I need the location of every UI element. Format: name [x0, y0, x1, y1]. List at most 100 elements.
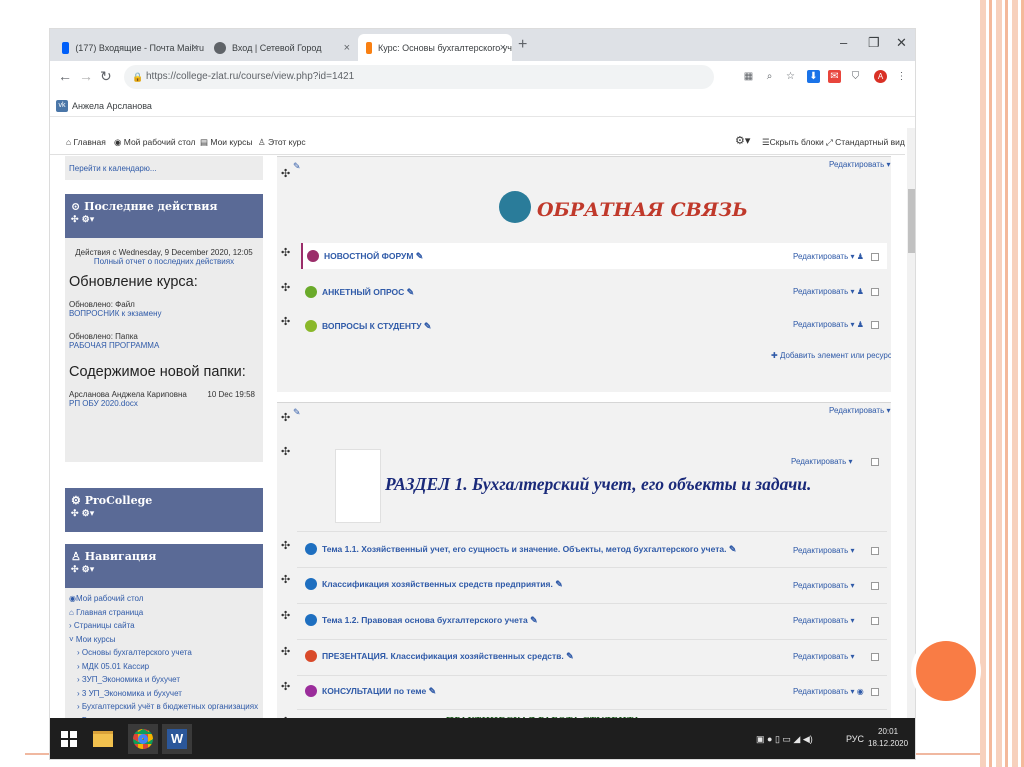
hide-blocks-button[interactable]: ☰Скрыть блоки [762, 137, 824, 148]
full-report-link[interactable]: Полный отчет о последних действиях [69, 257, 259, 266]
activity-edit-menu[interactable]: Редактировать ▾ [793, 581, 855, 590]
close-icon[interactable]: × [344, 42, 350, 54]
tab-course[interactable]: Курс: Основы бухгалтерского уч × [358, 34, 512, 61]
star-icon[interactable]: ☆ [784, 70, 797, 83]
edit-pencil-icon[interactable]: ✎ [293, 161, 301, 172]
zoom-icon[interactable]: ⌕ [763, 70, 776, 83]
clock[interactable]: 20:01 18.12.2020 [868, 726, 908, 750]
move-icon[interactable]: ✣ [281, 315, 290, 328]
block-controls[interactable]: ✣ ⚙▾ [71, 565, 257, 575]
move-icon[interactable]: ✣ [281, 645, 290, 658]
edit-pencil-icon[interactable]: ✎ [729, 544, 737, 555]
completion-checkbox[interactable] [871, 321, 879, 329]
completion-checkbox[interactable] [871, 617, 879, 625]
extension-mail-icon[interactable]: ✉ [828, 70, 841, 83]
tab-mail[interactable]: (177) Входящие - Почта Mail.ru × [54, 34, 204, 61]
nav-course-2[interactable]: › МДК 05.01 Кассир [69, 660, 259, 674]
tab-setevoy-gorod[interactable]: Вход | Сетевой Город × [206, 34, 356, 61]
word-icon[interactable]: W [162, 724, 192, 754]
qr-icon[interactable]: ▦ [742, 70, 755, 83]
nav-course-4[interactable]: › 3 УП_Экономика и бухучет [69, 687, 259, 701]
move-icon[interactable]: ✣ [281, 609, 290, 622]
new-tab-button[interactable]: + [518, 36, 527, 54]
section-edit-menu[interactable]: Редактировать ▾ [829, 406, 891, 415]
activity-edit-menu[interactable]: Редактировать ▾ [793, 616, 855, 625]
nav-course-1[interactable]: › Основы бухгалтерского учета [69, 646, 259, 660]
forward-icon[interactable]: → [79, 68, 93, 84]
move-icon[interactable]: ✣ [281, 573, 290, 586]
nav-item-my-courses[interactable]: ˅ Мои курсы [69, 633, 259, 647]
nav-dashboard[interactable]: ◉ Мой рабочий стол [114, 137, 196, 148]
completion-checkbox[interactable] [871, 547, 879, 555]
tray-icons[interactable]: ▣ ● ▯ ▭ ◢ ◀) [756, 734, 813, 745]
update-2-link[interactable]: РАБОЧАЯ ПРОГРАММА [69, 341, 259, 350]
activity-edit-menu[interactable]: Редактировать ▾ [793, 652, 855, 661]
edit-pencil-icon[interactable]: ✎ [407, 287, 415, 298]
restore-icon[interactable]: ❐ [868, 35, 880, 51]
file-explorer-icon[interactable] [88, 724, 118, 754]
move-icon[interactable]: ✣ [281, 246, 290, 259]
section-edit-menu[interactable]: Редактировать ▾ [791, 457, 853, 466]
completion-checkbox[interactable] [871, 582, 879, 590]
bookmark-profile[interactable]: Анжела Арсланова [72, 101, 152, 111]
edit-pencil-icon[interactable]: ✎ [424, 321, 432, 332]
update-1-link[interactable]: ВОПРОСНИК к экзамену [69, 309, 259, 318]
extension-icon[interactable]: ⛉ [849, 70, 862, 83]
reload-icon[interactable]: ↻ [100, 68, 112, 85]
completion-checkbox[interactable] [871, 288, 879, 296]
activity-edit-menu[interactable]: Редактировать ▾ ◉ [793, 687, 864, 696]
standard-view-button[interactable]: ⤢ Стандартный вид [826, 137, 905, 148]
move-icon[interactable]: ✣ [281, 445, 290, 458]
edit-pencil-icon[interactable]: ✎ [555, 579, 563, 590]
edit-pencil-icon[interactable]: ✎ [566, 651, 574, 662]
activity-edit-menu[interactable]: Редактировать ▾ ♟ [793, 287, 864, 296]
edit-pencil-icon[interactable]: ✎ [429, 686, 437, 697]
edit-pencil-icon[interactable]: ✎ [416, 251, 424, 262]
nav-course-3[interactable]: › ЗУП_Экономика и бухучет [69, 673, 259, 687]
move-icon[interactable]: ✣ [281, 167, 290, 180]
move-icon[interactable]: ✣ [281, 680, 290, 693]
nav-home[interactable]: ⌂ Главная [66, 137, 106, 147]
chrome-icon[interactable] [128, 724, 158, 754]
close-icon[interactable]: × [192, 42, 198, 54]
activity-edit-menu[interactable]: Редактировать ▾ ♟ [793, 252, 864, 261]
move-icon[interactable]: ✣ [281, 411, 290, 424]
close-window-icon[interactable]: ✕ [896, 35, 907, 51]
nav-my-courses[interactable]: ▤ Мои курсы [200, 137, 252, 148]
nav-item-site-pages[interactable]: › Страницы сайта [69, 619, 259, 633]
page-scrollbar-thumb[interactable] [908, 189, 915, 253]
folder-entry: Арсланова Анджела Кариповна 10 Dec 19:58 [69, 390, 259, 399]
gear-icon[interactable]: ⚙▾ [735, 134, 750, 147]
nav-item-dashboard[interactable]: ◉Мой рабочий стол [69, 592, 259, 606]
profile-avatar[interactable]: А [874, 70, 887, 83]
folder-file-link[interactable]: РП ОБУ 2020.docx [69, 399, 259, 408]
completion-checkbox[interactable] [871, 653, 879, 661]
block-controls[interactable]: ✣ ⚙▾ [71, 509, 257, 519]
windows-start-icon[interactable] [54, 724, 84, 754]
move-icon[interactable]: ✣ [281, 281, 290, 294]
activity-label: Тема 1.1. Хозяйственный учет, его сущнос… [322, 544, 727, 554]
block-controls[interactable]: ✣ ⚙▾ [71, 215, 257, 225]
completion-checkbox[interactable] [871, 253, 879, 261]
minimize-icon[interactable]: – [840, 35, 847, 50]
completion-checkbox[interactable] [871, 688, 879, 696]
recent-since: Действия с Wednesday, 9 December 2020, 1… [75, 248, 253, 257]
edit-pencil-icon[interactable]: ✎ [293, 407, 301, 418]
section-edit-menu[interactable]: Редактировать ▾ [829, 160, 891, 169]
extension-translate-icon[interactable]: ⬇ [807, 70, 820, 83]
completion-checkbox[interactable] [871, 458, 879, 466]
activity-edit-menu[interactable]: Редактировать ▾ [793, 546, 855, 555]
activity-edit-menu[interactable]: Редактировать ▾ ♟ [793, 320, 864, 329]
nav-item-home[interactable]: ⌂ Главная страница [69, 606, 259, 620]
edit-pencil-icon[interactable]: ✎ [530, 615, 538, 626]
back-icon[interactable]: ← [58, 68, 72, 84]
menu-icon[interactable]: ⋮ [895, 70, 908, 83]
nav-this-course[interactable]: ♙ Этот курс [258, 137, 306, 148]
add-activity-link[interactable]: ✚ Добавить элемент или ресурс [771, 351, 891, 360]
calendar-link[interactable]: Перейти к календарю... [69, 164, 157, 173]
language-indicator[interactable]: РУС [846, 734, 864, 744]
close-icon[interactable]: × [500, 42, 506, 54]
url-field[interactable]: 🔒 https://college-zlat.ru/course/view.ph… [124, 65, 714, 89]
nav-course-5[interactable]: › Бухгалтерский учёт в бюджетных организ… [69, 700, 259, 714]
move-icon[interactable]: ✣ [281, 539, 290, 552]
